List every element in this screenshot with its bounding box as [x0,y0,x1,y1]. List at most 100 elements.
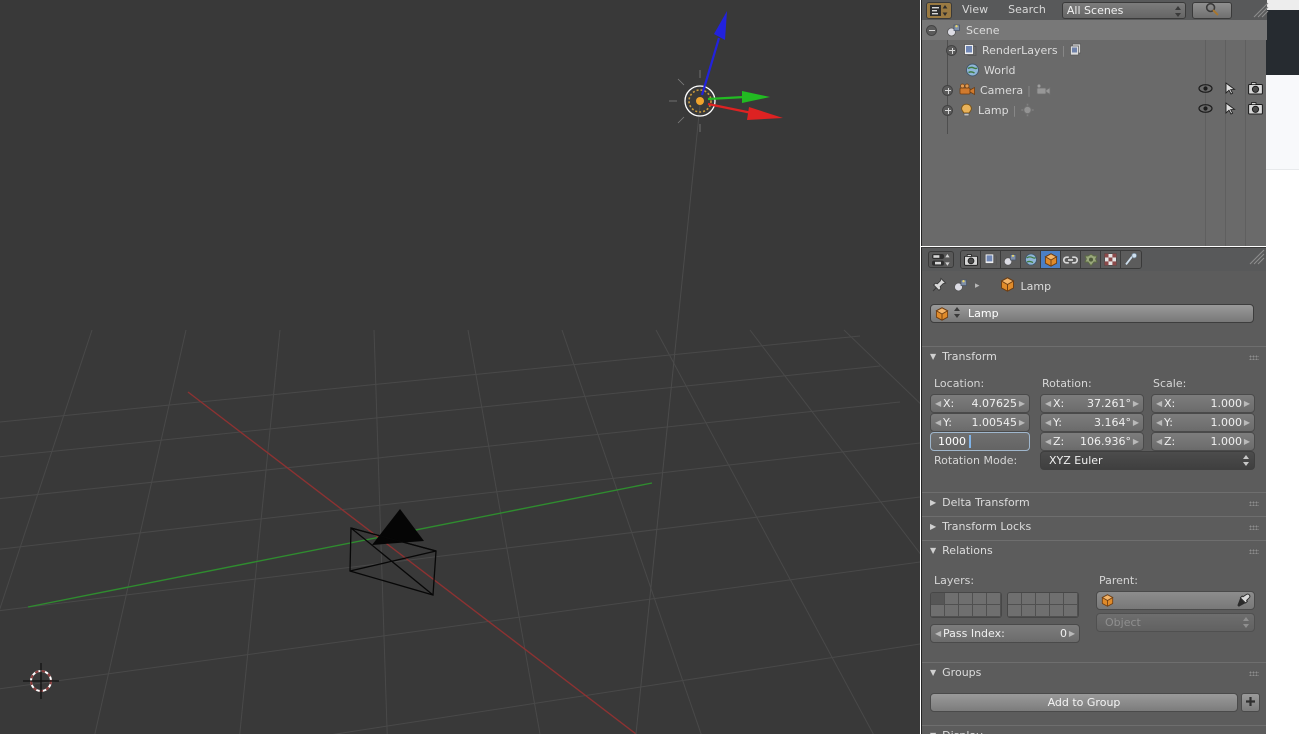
panel-grip[interactable] [1249,501,1259,506]
outliner-row-lamp[interactable]: Lamp | [922,100,1267,120]
decrement-arrow-icon[interactable]: ◀ [1045,418,1051,427]
layers-grid[interactable] [930,592,1079,618]
panel-grip[interactable] [1249,549,1259,554]
layer-cell[interactable] [959,605,973,617]
tab-constraints[interactable] [1061,251,1081,268]
render-camera-icon[interactable] [1248,102,1263,118]
tab-scene[interactable] [1001,251,1021,268]
layer-cell[interactable] [1064,593,1078,605]
layer-cell[interactable] [1022,605,1036,617]
layer-cell[interactable] [931,605,945,617]
location-x-field[interactable]: ◀ X: 4.07625 ▶ [930,394,1030,413]
3d-viewport[interactable] [0,0,920,734]
outliner-row-scene[interactable]: Scene [922,20,1267,40]
tab-object[interactable] [1041,251,1061,268]
expander-camera[interactable] [942,84,953,96]
renderlayer-data-icon[interactable] [1069,43,1084,57]
location-y-field[interactable]: ◀ Y: 1.00545 ▶ [930,413,1030,432]
decrement-arrow-icon[interactable]: ◀ [1045,399,1051,408]
layer-cell[interactable] [1022,593,1036,605]
properties-tab-bar[interactable] [960,250,1142,269]
outliner-corner-grip[interactable] [1253,2,1269,18]
panel-header-groups[interactable]: ▼ Groups [922,662,1266,682]
scale-x-field[interactable]: ◀ X: 1.000 ▶ [1151,394,1255,413]
tab-object-data[interactable] [1121,251,1141,268]
pass-index-field[interactable]: ◀ Pass Index: 0 ▶ [930,624,1080,643]
increment-arrow-icon[interactable]: ▶ [1019,399,1025,408]
layer-cell[interactable] [987,593,1001,605]
increment-arrow-icon[interactable]: ▶ [1244,437,1250,446]
panel-header-transform[interactable]: ▼ Transform [922,346,1266,366]
panel-header-display[interactable]: ▼ Display [922,725,1266,734]
properties-editor-type-button[interactable] [928,251,954,268]
increment-arrow-icon[interactable]: ▶ [1244,399,1250,408]
eyedropper-icon[interactable] [1236,593,1251,611]
tab-modifiers[interactable] [1081,251,1101,268]
increment-arrow-icon[interactable]: ▶ [1069,629,1075,638]
increment-arrow-icon[interactable]: ▶ [1133,418,1139,427]
outliner-tree[interactable]: Scene RenderLayers | World Camera | Lamp… [922,20,1267,246]
rotation-mode-select[interactable]: XYZ Euler [1040,451,1255,470]
expander-renderlayers[interactable] [946,44,957,56]
decrement-arrow-icon[interactable]: ◀ [1156,437,1162,446]
decrement-arrow-icon[interactable]: ◀ [1045,437,1051,446]
expander-lamp[interactable] [942,104,953,116]
object-name-field[interactable]: Lamp [930,304,1254,323]
tab-render[interactable] [961,251,981,268]
layer-cell[interactable] [1036,605,1050,617]
layer-cell[interactable] [1050,593,1064,605]
location-z-field[interactable]: 1000 [930,432,1030,451]
scene-filter-select[interactable]: All Scenes [1061,1,1186,19]
decrement-arrow-icon[interactable]: ◀ [935,399,941,408]
layers-block-2[interactable] [1007,592,1079,618]
lamp-data-icon[interactable] [1020,103,1035,117]
layer-cell[interactable] [1050,605,1064,617]
decrement-arrow-icon[interactable]: ◀ [935,629,941,638]
arrow-cursor-icon[interactable] [1225,102,1236,118]
parent-field[interactable] [1096,591,1255,610]
properties-editor[interactable]: ▸ Lamp Lamp ▼ Transform Location: Rotati… [921,247,1266,734]
decrement-arrow-icon[interactable]: ◀ [1156,418,1162,427]
layer-cell[interactable] [1036,593,1050,605]
layer-cell[interactable] [931,593,945,605]
outliner-search-button[interactable] [1191,1,1232,19]
outliner-row-renderlayers[interactable]: RenderLayers | [922,40,1267,60]
layer-cell[interactable] [1064,605,1078,617]
layers-block-1[interactable] [930,592,1002,618]
pin-icon[interactable] [932,277,947,295]
outliner-editor[interactable]: View Search All Scenes Scene RenderLayer… [921,0,1269,246]
layer-cell[interactable] [973,593,987,605]
add-to-group-button[interactable]: Add to Group [930,693,1238,712]
outliner-row-camera[interactable]: Camera | [922,80,1267,100]
rotation-y-field[interactable]: ◀ Y: 3.164° ▶ [1040,413,1144,432]
layer-cell[interactable] [1008,605,1022,617]
layer-cell[interactable] [945,605,959,617]
layer-cell[interactable] [987,605,1001,617]
panel-header-transform-locks[interactable]: ▶ Transform Locks [922,516,1266,536]
eye-icon[interactable] [1198,103,1213,117]
outliner-row-world[interactable]: World [922,60,1267,80]
scale-z-field[interactable]: ◀ Z: 1.000 ▶ [1151,432,1255,451]
scale-y-field[interactable]: ◀ Y: 1.000 ▶ [1151,413,1255,432]
panel-header-relations[interactable]: ▼ Relations [922,540,1266,560]
add-group-plus-button[interactable] [1241,693,1260,712]
outliner-toggles-lamp[interactable] [1198,100,1263,120]
tab-texture[interactable] [1101,251,1121,268]
scene-icon[interactable] [953,278,969,295]
outliner-menu-search[interactable]: Search [998,0,1056,20]
panel-grip[interactable] [1249,525,1259,530]
layer-cell[interactable] [959,593,973,605]
outliner-editor-type-button[interactable] [926,1,952,19]
chevron-updown-icon[interactable] [953,306,962,322]
arrow-cursor-icon[interactable] [1225,82,1236,98]
render-camera-icon[interactable] [1248,82,1263,98]
parent-type-select[interactable]: Object [1096,613,1255,632]
decrement-arrow-icon[interactable]: ◀ [1156,399,1162,408]
expander-scene[interactable] [926,24,937,36]
camera-data-icon[interactable] [1035,83,1052,97]
rotation-z-field[interactable]: ◀ Z: 106.936° ▶ [1040,432,1144,451]
outliner-menu-view[interactable]: View [952,0,998,20]
properties-corner-grip[interactable] [1249,249,1265,265]
outliner-toggles-camera[interactable] [1198,80,1263,100]
layer-cell[interactable] [973,605,987,617]
